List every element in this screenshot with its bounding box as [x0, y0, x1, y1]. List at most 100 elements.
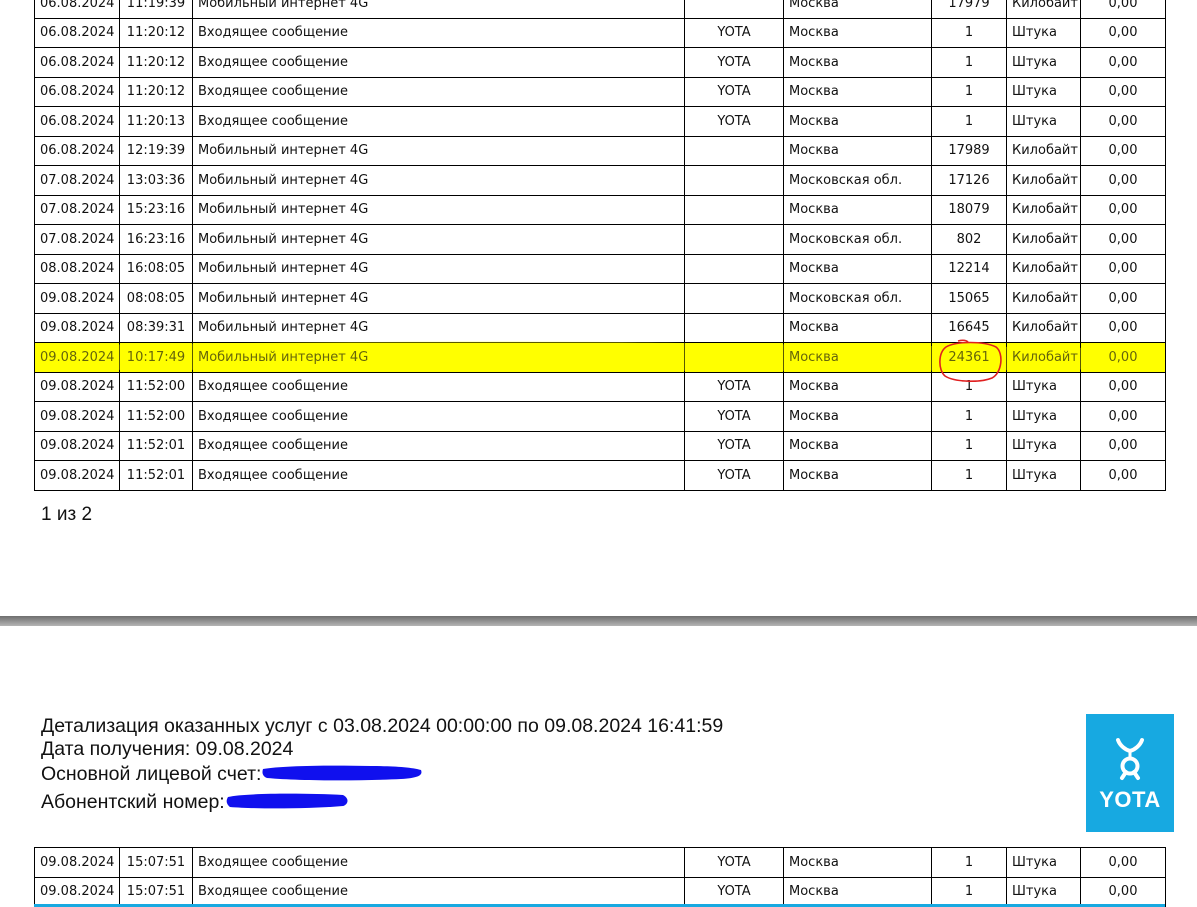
- unit-cell: Штука: [1006, 401, 1081, 432]
- date-cell: 09.08.2024: [34, 401, 120, 432]
- cost-cell: 0,00: [1080, 0, 1166, 19]
- account-redaction: [261, 761, 425, 789]
- region-cell: Москва: [783, 135, 932, 166]
- service-cell: Мобильный интернет 4G: [192, 165, 685, 196]
- region-cell: Москва: [783, 17, 932, 48]
- region-cell: Москва: [783, 401, 932, 432]
- table-row: 09.08.2024 11:52:01 Входящее сообщение YOTA…: [34, 460, 1166, 491]
- time-cell: 13:03:36: [119, 165, 193, 196]
- date-cell: 09.08.2024: [34, 430, 120, 461]
- operator-cell: [684, 135, 784, 166]
- service-cell: Входящее сообщение: [192, 106, 685, 137]
- region-cell: Московская обл.: [783, 224, 932, 255]
- operator-cell: YOTA: [684, 847, 784, 878]
- operator-cell: YOTA: [684, 106, 784, 137]
- cost-cell: 0,00: [1080, 847, 1166, 878]
- operator-cell: [684, 312, 784, 343]
- cost-cell: 0,00: [1080, 401, 1166, 432]
- operator-cell: YOTA: [684, 876, 784, 907]
- time-cell: 10:17:49: [119, 342, 193, 373]
- subscriber-line: Абонентский номер:: [41, 789, 723, 817]
- unit-cell: Штука: [1006, 106, 1081, 137]
- quantity-cell: 18079: [931, 194, 1007, 225]
- service-cell: Входящее сообщение: [192, 76, 685, 107]
- date-cell: 07.08.2024: [34, 165, 120, 196]
- table-row: 07.08.2024 15:23:16 Мобильный интернет 4G М…: [34, 194, 1166, 225]
- service-cell: Входящее сообщение: [192, 17, 685, 48]
- unit-cell: Килобайт: [1006, 342, 1081, 373]
- service-cell: Мобильный интернет 4G: [192, 194, 685, 225]
- time-cell: 11:52:01: [119, 460, 193, 491]
- cost-cell: 0,00: [1080, 194, 1166, 225]
- operator-cell: YOTA: [684, 17, 784, 48]
- quantity-cell: 1: [931, 460, 1007, 491]
- region-cell: Москва: [783, 194, 932, 225]
- quantity-cell: 17979: [931, 0, 1007, 19]
- unit-cell: Килобайт: [1006, 0, 1081, 19]
- region-cell: Москва: [783, 342, 932, 373]
- service-cell: Входящее сообщение: [192, 47, 685, 78]
- unit-cell: Штука: [1006, 460, 1081, 491]
- service-cell: Мобильный интернет 4G: [192, 224, 685, 255]
- operator-cell: YOTA: [684, 401, 784, 432]
- cost-cell: 0,00: [1080, 371, 1166, 402]
- red-annotation-circle: [939, 339, 1002, 382]
- report-header: Детализация оказанных услуг с 03.08.2024…: [41, 715, 723, 817]
- operator-cell: [684, 253, 784, 284]
- time-cell: 11:20:13: [119, 106, 193, 137]
- cost-cell: 0,00: [1080, 283, 1166, 314]
- date-cell: 09.08.2024: [34, 460, 120, 491]
- quantity-cell: 17989: [931, 135, 1007, 166]
- quantity-cell: 15065: [931, 283, 1007, 314]
- date-cell: 06.08.2024: [34, 47, 120, 78]
- document-page-1: 06.08.2024 11:19:39 Мобильный интернет 4G М…: [0, 0, 1197, 616]
- time-cell: 11:20:12: [119, 76, 193, 107]
- table-row: 09.08.2024 15:07:51 Входящее сообщение YOTA…: [34, 876, 1166, 907]
- operator-cell: YOTA: [684, 460, 784, 491]
- date-cell: 06.08.2024: [34, 106, 120, 137]
- cost-cell: 0,00: [1080, 253, 1166, 284]
- service-cell: Мобильный интернет 4G: [192, 135, 685, 166]
- quantity-cell: 1: [931, 47, 1007, 78]
- date-cell: 09.08.2024: [34, 847, 120, 878]
- region-cell: Москва: [783, 460, 932, 491]
- date-cell: 07.08.2024: [34, 194, 120, 225]
- service-cell: Мобильный интернет 4G: [192, 312, 685, 343]
- document-page-2: Детализация оказанных услуг с 03.08.2024…: [0, 626, 1197, 907]
- report-title: Детализация оказанных услуг с 03.08.2024…: [41, 715, 724, 737]
- unit-cell: Штука: [1006, 847, 1081, 878]
- unit-cell: Штука: [1006, 17, 1081, 48]
- region-cell: Москва: [783, 876, 932, 907]
- service-cell: Входящее сообщение: [192, 401, 685, 432]
- time-cell: 08:08:05: [119, 283, 193, 314]
- operator-cell: YOTA: [684, 47, 784, 78]
- cost-cell: 0,00: [1080, 224, 1166, 255]
- time-cell: 15:07:51: [119, 847, 193, 878]
- quantity-cell: 1: [931, 876, 1007, 907]
- date-cell: 06.08.2024: [34, 135, 120, 166]
- time-cell: 08:39:31: [119, 312, 193, 343]
- table-row: 07.08.2024 16:23:16 Мобильный интернет 4G М…: [34, 224, 1166, 255]
- region-cell: Москва: [783, 47, 932, 78]
- quantity-cell: 1: [931, 401, 1007, 432]
- table-row: 06.08.2024 11:20:12 Входящее сообщение YOTA…: [34, 76, 1166, 107]
- time-cell: 11:52:01: [119, 430, 193, 461]
- table-row: 07.08.2024 13:03:36 Мобильный интернет 4G М…: [34, 165, 1166, 196]
- time-cell: 11:52:00: [119, 371, 193, 402]
- table-row: 06.08.2024 11:19:39 Мобильный интернет 4G М…: [34, 0, 1166, 19]
- unit-cell: Штука: [1006, 47, 1081, 78]
- cost-cell: 0,00: [1080, 47, 1166, 78]
- time-cell: 11:20:12: [119, 17, 193, 48]
- unit-cell: Штука: [1006, 371, 1081, 402]
- unit-cell: Килобайт: [1006, 135, 1081, 166]
- service-cell: Входящее сообщение: [192, 847, 685, 878]
- region-cell: Москва: [783, 312, 932, 343]
- date-cell: 07.08.2024: [34, 224, 120, 255]
- cost-cell: 0,00: [1080, 106, 1166, 137]
- table-row: 09.08.2024 11:52:00 Входящее сообщение YOTA…: [34, 401, 1166, 432]
- quantity-cell: 1: [931, 106, 1007, 137]
- date-cell: 09.08.2024: [34, 312, 120, 343]
- quantity-cell: 17126: [931, 165, 1007, 196]
- quantity-cell: 1: [931, 17, 1007, 48]
- quantity-cell: 1: [931, 76, 1007, 107]
